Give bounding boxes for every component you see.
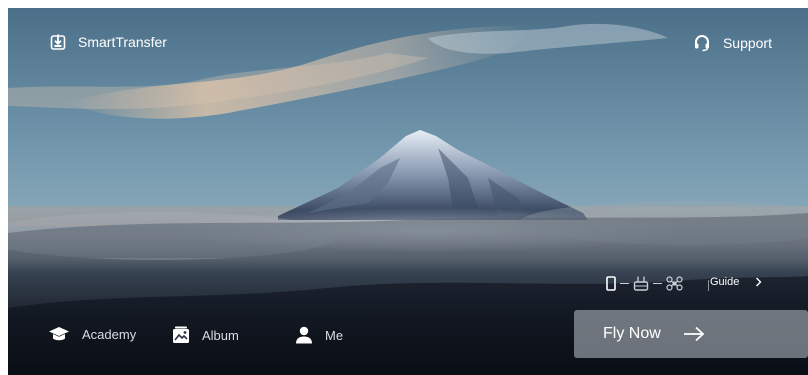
nav-item-album[interactable]: Album bbox=[172, 326, 239, 344]
graduation-cap-icon bbox=[49, 327, 69, 341]
headset-icon bbox=[694, 35, 709, 52]
album-icon bbox=[173, 326, 189, 343]
drone-icon bbox=[666, 276, 683, 291]
nav-item-me[interactable]: Me bbox=[295, 326, 343, 344]
connection-divider bbox=[653, 283, 662, 284]
home-screen: SmartTransfer Support Guide Academy Albu… bbox=[8, 8, 808, 375]
guide-label: Guide bbox=[710, 276, 740, 288]
phone-icon bbox=[606, 276, 616, 291]
remote-controller-icon bbox=[633, 276, 649, 291]
person-icon bbox=[296, 326, 312, 344]
guide-button[interactable]: Guide bbox=[710, 276, 762, 288]
smart-transfer-button[interactable]: SmartTransfer bbox=[50, 34, 167, 50]
guide-divider bbox=[708, 280, 709, 291]
support-button[interactable]: Support bbox=[693, 34, 772, 52]
fly-now-button[interactable]: Fly Now bbox=[574, 310, 808, 358]
nav-item-academy[interactable]: Academy bbox=[48, 326, 136, 342]
connection-status[interactable] bbox=[606, 276, 683, 291]
nav-item-label: Album bbox=[202, 327, 239, 343]
fly-now-label: Fly Now bbox=[603, 325, 661, 342]
nav-item-label: Academy bbox=[82, 326, 137, 342]
connection-divider bbox=[620, 283, 629, 284]
nav-item-label: Me bbox=[325, 327, 344, 343]
smart-transfer-icon bbox=[50, 34, 66, 50]
support-label: Support bbox=[722, 35, 772, 51]
arrow-right-icon bbox=[683, 326, 705, 342]
smart-transfer-label: SmartTransfer bbox=[78, 34, 167, 50]
chevron-right-icon bbox=[756, 277, 762, 287]
